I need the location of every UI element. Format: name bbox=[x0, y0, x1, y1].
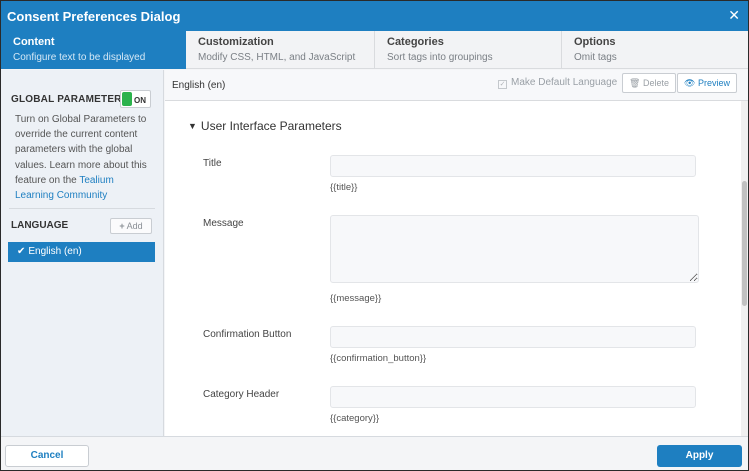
make-default-language[interactable]: ✓ Make Default Language bbox=[498, 77, 617, 89]
scrollbar-thumb[interactable] bbox=[742, 181, 747, 306]
tab-content-name: Content bbox=[13, 36, 55, 48]
make-default-label: Make Default Language bbox=[511, 77, 618, 88]
tab-categories[interactable]: Categories Sort tags into groupings bbox=[375, 31, 562, 69]
plus-icon: + bbox=[119, 221, 125, 231]
cancel-button[interactable]: Cancel bbox=[5, 445, 89, 467]
title-field-label: Title bbox=[203, 158, 222, 169]
tab-customization[interactable]: Customization Modify CSS, HTML, and Java… bbox=[186, 31, 375, 69]
preview-button[interactable]: 👁 Preview bbox=[677, 73, 737, 93]
global-parameters-description: Turn on Global Parameters to override th… bbox=[15, 112, 153, 203]
tab-customization-name: Customization bbox=[198, 36, 274, 48]
language-label: LANGUAGE bbox=[11, 220, 69, 231]
message-field-label: Message bbox=[203, 218, 244, 229]
eye-icon: 👁 bbox=[684, 78, 696, 88]
language-item-label: English (en) bbox=[28, 246, 82, 257]
tab-content[interactable]: Content Configure text to be displayed bbox=[1, 31, 186, 69]
tab-categories-desc: Sort tags into groupings bbox=[387, 52, 493, 63]
sidebar-divider bbox=[9, 208, 155, 209]
tab-options[interactable]: Options Omit tags bbox=[562, 31, 748, 69]
caret-down-icon: ▼ bbox=[188, 121, 197, 131]
global-parameters-label: GLOBAL PARAMETERS bbox=[11, 94, 129, 105]
add-label: Add bbox=[126, 221, 143, 231]
category-header-input[interactable] bbox=[330, 386, 696, 408]
close-icon[interactable]: ✕ bbox=[728, 7, 740, 23]
category-header-field-help: {{category}} bbox=[330, 413, 380, 424]
tab-customization-desc: Modify CSS, HTML, and JavaScript bbox=[198, 52, 356, 63]
toggle-knob bbox=[122, 92, 132, 106]
preview-label: Preview bbox=[697, 78, 730, 88]
section-header-ui-parameters[interactable]: ▼ User Interface Parameters bbox=[188, 119, 342, 133]
current-language-name: English (en) bbox=[172, 80, 226, 91]
confirmation-button-field-label: Confirmation Button bbox=[203, 329, 292, 340]
make-default-checkbox[interactable]: ✓ bbox=[498, 80, 507, 89]
confirmation-button-input[interactable] bbox=[330, 326, 696, 348]
trash-icon: 🗑 bbox=[629, 78, 641, 88]
tab-content-desc: Configure text to be displayed bbox=[13, 52, 146, 63]
title-input[interactable] bbox=[330, 155, 696, 177]
delete-label: Delete bbox=[642, 78, 669, 88]
tab-bar: Content Configure text to be displayed C… bbox=[1, 31, 748, 69]
dialog-title: Consent Preferences Dialog bbox=[7, 9, 181, 24]
apply-button[interactable]: Apply bbox=[657, 445, 742, 467]
dialog-titlebar: Consent Preferences Dialog ✕ bbox=[1, 1, 748, 31]
category-header-field-label: Category Header bbox=[203, 389, 280, 400]
tab-categories-name: Categories bbox=[387, 36, 444, 48]
language-item-english[interactable]: ✔ English (en) bbox=[8, 242, 155, 262]
language-toolbar: English (en) ✓ Make Default Language 🗑 De… bbox=[165, 70, 748, 101]
consent-preferences-dialog: Consent Preferences Dialog ✕ Content Con… bbox=[0, 0, 749, 471]
title-field-help: {{title}} bbox=[330, 182, 358, 193]
add-language-button[interactable]: + Add bbox=[110, 218, 152, 234]
message-textarea[interactable] bbox=[330, 215, 699, 283]
checkmark-icon: ✔ bbox=[17, 246, 26, 257]
delete-button[interactable]: 🗑 Delete bbox=[622, 73, 676, 93]
confirmation-button-field-help: {{confirmation_button}} bbox=[330, 353, 427, 364]
toggle-state: ON bbox=[134, 96, 146, 105]
message-field-help: {{message}} bbox=[330, 293, 382, 304]
main-panel: English (en) ✓ Make Default Language 🗑 De… bbox=[165, 70, 748, 436]
section-title: User Interface Parameters bbox=[200, 119, 342, 133]
tab-options-name: Options bbox=[574, 36, 616, 48]
dialog-footer: Cancel Apply bbox=[1, 436, 748, 470]
main-scrollbar[interactable] bbox=[741, 101, 748, 436]
sidebar: GLOBAL PARAMETERS ON Turn on Global Para… bbox=[1, 70, 164, 436]
tab-options-desc: Omit tags bbox=[574, 52, 617, 63]
global-parameters-toggle[interactable]: ON bbox=[120, 90, 151, 108]
global-parameters-row: GLOBAL PARAMETERS ON bbox=[11, 90, 153, 110]
